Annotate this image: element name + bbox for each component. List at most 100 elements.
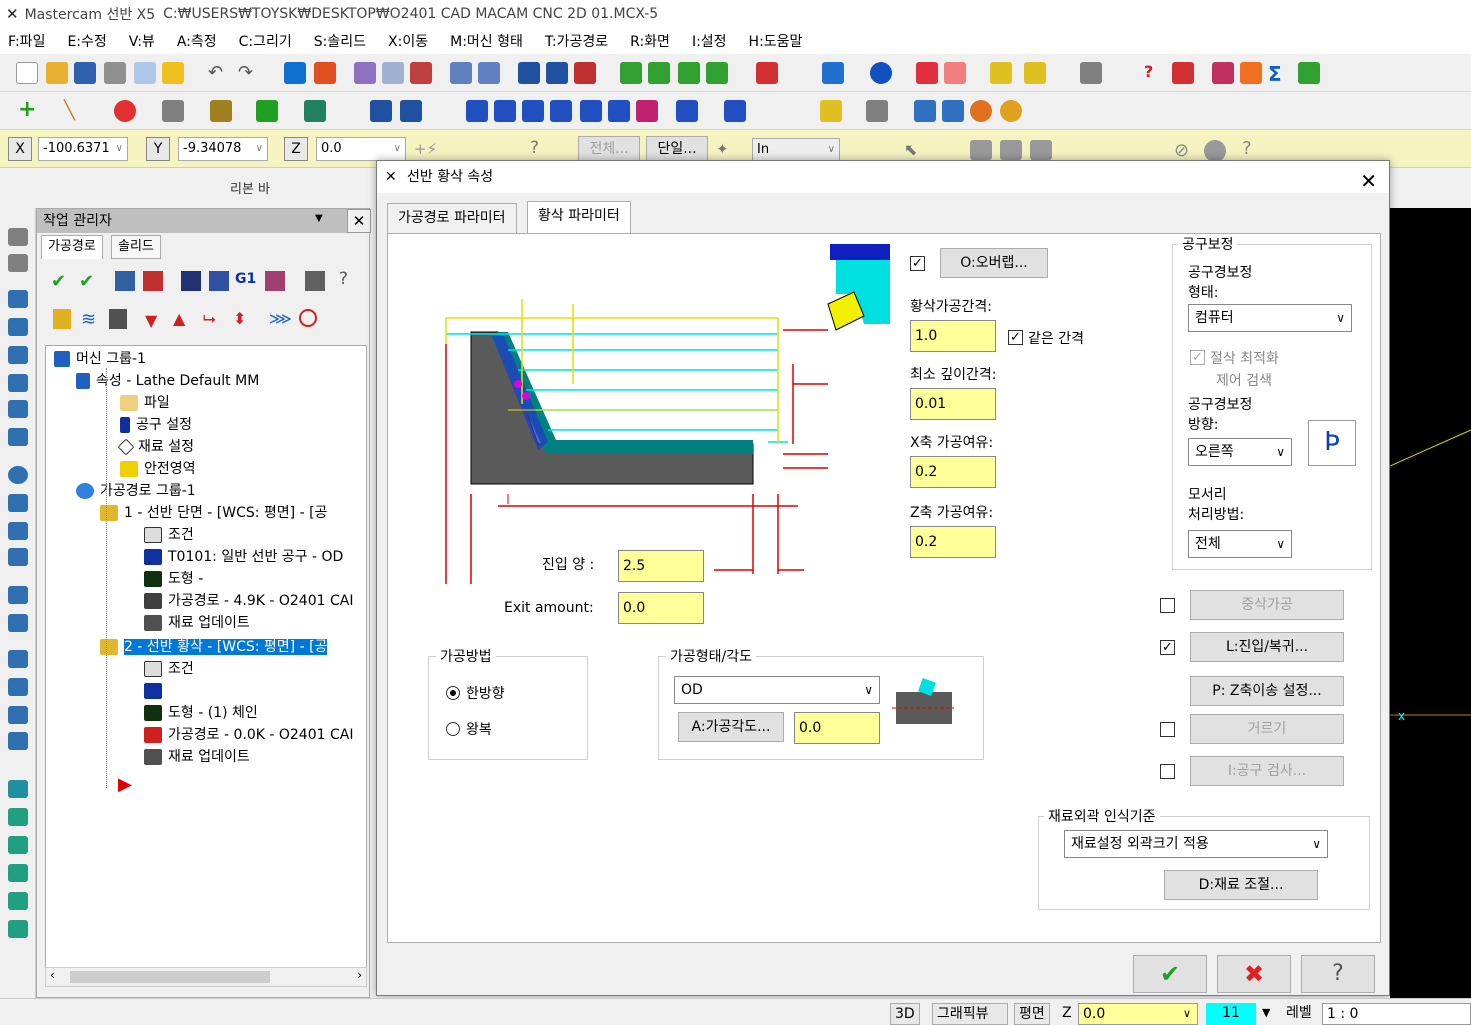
x-stock-input[interactable]: 0.2 bbox=[910, 456, 996, 488]
surface-icon[interactable] bbox=[304, 100, 326, 122]
rectangle-icon[interactable] bbox=[162, 100, 184, 122]
xform-rotate-icon[interactable] bbox=[522, 100, 544, 122]
gview-icon[interactable] bbox=[822, 62, 844, 84]
entry-amount-input[interactable]: 2.5 bbox=[618, 550, 704, 582]
attribute-icon[interactable] bbox=[1024, 62, 1046, 84]
x-coord-input[interactable]: -100.6371 ∨ bbox=[38, 137, 128, 161]
z-shift-button[interactable]: P: Z축이송 설정... bbox=[1190, 676, 1344, 706]
status-color-dropdown-icon[interactable]: ▼ bbox=[1258, 1003, 1276, 1025]
status-level-input[interactable]: 1 : 0 bbox=[1322, 1003, 1471, 1025]
ok-button[interactable]: ✔ bbox=[1133, 955, 1207, 993]
single-select-button[interactable]: 단일... bbox=[646, 136, 708, 162]
toggle-post-icon[interactable] bbox=[109, 309, 127, 329]
tree-op2-geometry[interactable]: 도형 - (1) 체인 bbox=[144, 702, 258, 724]
method-one-way-radio[interactable] bbox=[446, 686, 460, 700]
scroll-thumb[interactable] bbox=[70, 971, 270, 983]
tree-op2[interactable]: 2 - 선반 황삭 - [WCS: 평면] - [공 bbox=[100, 636, 366, 658]
x-coord-label[interactable]: X bbox=[8, 137, 32, 161]
tab-toolpath-parameters[interactable]: 가공경로 파라미터 bbox=[387, 203, 517, 233]
trim-icon[interactable] bbox=[370, 100, 392, 122]
method-zigzag-radio[interactable] bbox=[446, 722, 460, 736]
menu-settings[interactable]: I:설정 bbox=[692, 31, 727, 51]
z-coord-input[interactable]: 0.0 ∨ bbox=[316, 137, 406, 161]
equal-step-checkbox[interactable]: ✓ bbox=[1008, 330, 1023, 345]
dialog-close-button[interactable]: ✕ bbox=[1360, 165, 1377, 197]
lathe-groove-icon[interactable] bbox=[970, 100, 992, 122]
view-front-icon[interactable] bbox=[648, 62, 670, 84]
view-top-icon[interactable] bbox=[620, 62, 642, 84]
lathe-drill-side-icon[interactable] bbox=[8, 374, 28, 392]
undo-icon[interactable]: ↶ bbox=[208, 62, 230, 84]
lathe-thread-side-icon[interactable] bbox=[8, 428, 28, 446]
toggle-display-icon[interactable]: ≋ bbox=[81, 309, 96, 330]
move-up-icon[interactable]: ▲ bbox=[173, 309, 185, 328]
mill-surface-icon-5[interactable] bbox=[8, 892, 28, 910]
rough-step-input[interactable]: 1.0 bbox=[910, 320, 996, 352]
lathe-stock-flip-icon[interactable] bbox=[8, 522, 28, 540]
menu-analyze[interactable]: A:측정 bbox=[177, 31, 217, 51]
lathe-plunge-icon[interactable] bbox=[8, 494, 28, 512]
show-all-icon[interactable] bbox=[299, 309, 317, 327]
lathe-cutoff-icon[interactable] bbox=[8, 466, 28, 484]
y-coord-input[interactable]: -9.34078 ∨ bbox=[178, 137, 268, 161]
lathe-icon[interactable] bbox=[1212, 62, 1234, 84]
wireframe-icon[interactable] bbox=[944, 62, 966, 84]
xform-mirror-icon[interactable] bbox=[494, 100, 516, 122]
print-preview-icon[interactable] bbox=[134, 62, 156, 84]
lathe-rough-icon[interactable] bbox=[914, 100, 936, 122]
tree-op2-tool[interactable] bbox=[144, 680, 168, 702]
exit-amount-input[interactable]: 0.0 bbox=[618, 592, 704, 624]
tab-toolpaths[interactable]: 가공경로 bbox=[41, 235, 103, 259]
xform-scale-icon[interactable] bbox=[550, 100, 572, 122]
pan-icon[interactable] bbox=[284, 62, 306, 84]
menu-screen[interactable]: R:화면 bbox=[630, 31, 670, 51]
point-icon[interactable]: + bbox=[18, 99, 40, 122]
unzoom-icon[interactable] bbox=[410, 62, 432, 84]
tree-op2-parameters[interactable]: 조건 bbox=[144, 658, 194, 680]
open-file-icon[interactable] bbox=[46, 62, 68, 84]
backplot-ops-icon[interactable] bbox=[181, 271, 201, 291]
mill-surface-icon-3[interactable] bbox=[8, 836, 28, 854]
filter-checkbox[interactable] bbox=[1160, 722, 1175, 737]
break-icon[interactable] bbox=[400, 100, 422, 122]
tree-horizontal-scrollbar[interactable]: ‹ › bbox=[45, 967, 367, 987]
chart-icon[interactable] bbox=[1172, 62, 1194, 84]
lathe-finish-icon[interactable] bbox=[942, 100, 964, 122]
scroll-right-icon[interactable]: › bbox=[357, 968, 362, 982]
angle-input[interactable]: 0.0 bbox=[794, 712, 880, 744]
post-ops-g1-icon[interactable]: G1 bbox=[235, 271, 256, 287]
end-select-icon[interactable] bbox=[1204, 140, 1226, 162]
menu-xform[interactable]: X:이동 bbox=[388, 31, 428, 51]
lathe-contour-icon[interactable] bbox=[8, 678, 28, 696]
lead-in-checkbox[interactable]: ✓ bbox=[1160, 640, 1175, 655]
z-stock-input[interactable]: 0.2 bbox=[910, 526, 996, 558]
tools-icon[interactable] bbox=[1080, 62, 1102, 84]
backplot-icon[interactable] bbox=[518, 62, 540, 84]
select-all-ops-icon[interactable]: ✔ bbox=[51, 271, 71, 292]
tree-safety-zone[interactable]: 안전영역 bbox=[120, 458, 196, 480]
regen-ops-icon[interactable] bbox=[115, 271, 135, 291]
stock-icon[interactable] bbox=[1240, 62, 1262, 84]
corner-dropdown[interactable]: 전체 ∨ bbox=[1188, 530, 1292, 558]
semi-finish-button[interactable]: 중삭가공 bbox=[1190, 590, 1344, 620]
lathe-face-icon[interactable] bbox=[8, 290, 28, 308]
autocursor-help-icon[interactable]: ? bbox=[530, 138, 539, 158]
menu-create[interactable]: C:그리기 bbox=[239, 31, 292, 51]
tree-op1-stock-update[interactable]: 재료 업데이트 bbox=[144, 612, 250, 634]
tree-properties[interactable]: 속성 - Lathe Default MM bbox=[76, 370, 259, 392]
regen-dirty-icon[interactable] bbox=[143, 271, 163, 291]
delete-all-ops-icon[interactable] bbox=[305, 271, 325, 291]
lathe-pattern-icon[interactable] bbox=[8, 706, 28, 724]
comp-dir-dropdown[interactable]: 오른쪽 ∨ bbox=[1188, 438, 1292, 466]
tab-rough-parameters[interactable]: 황삭 파라미터 bbox=[527, 201, 631, 234]
mask-shape-icon-2[interactable] bbox=[1000, 140, 1022, 160]
tree-op1-geometry[interactable]: 도형 - bbox=[144, 568, 203, 590]
tab-solids[interactable]: 솔리드 bbox=[111, 235, 161, 259]
lathe-canned-icon[interactable] bbox=[8, 650, 28, 668]
tree-stock-setup[interactable]: 재료 설정 bbox=[117, 436, 194, 458]
solid-revolve-icon[interactable] bbox=[8, 254, 28, 272]
selection-type-dropdown[interactable]: In ∨ bbox=[752, 138, 840, 162]
sigma-icon[interactable]: Σ bbox=[1268, 62, 1290, 86]
select-arrow-icon[interactable]: ⬉ bbox=[904, 140, 917, 159]
op-manager-dropdown-icon[interactable]: ▼ bbox=[315, 213, 323, 224]
